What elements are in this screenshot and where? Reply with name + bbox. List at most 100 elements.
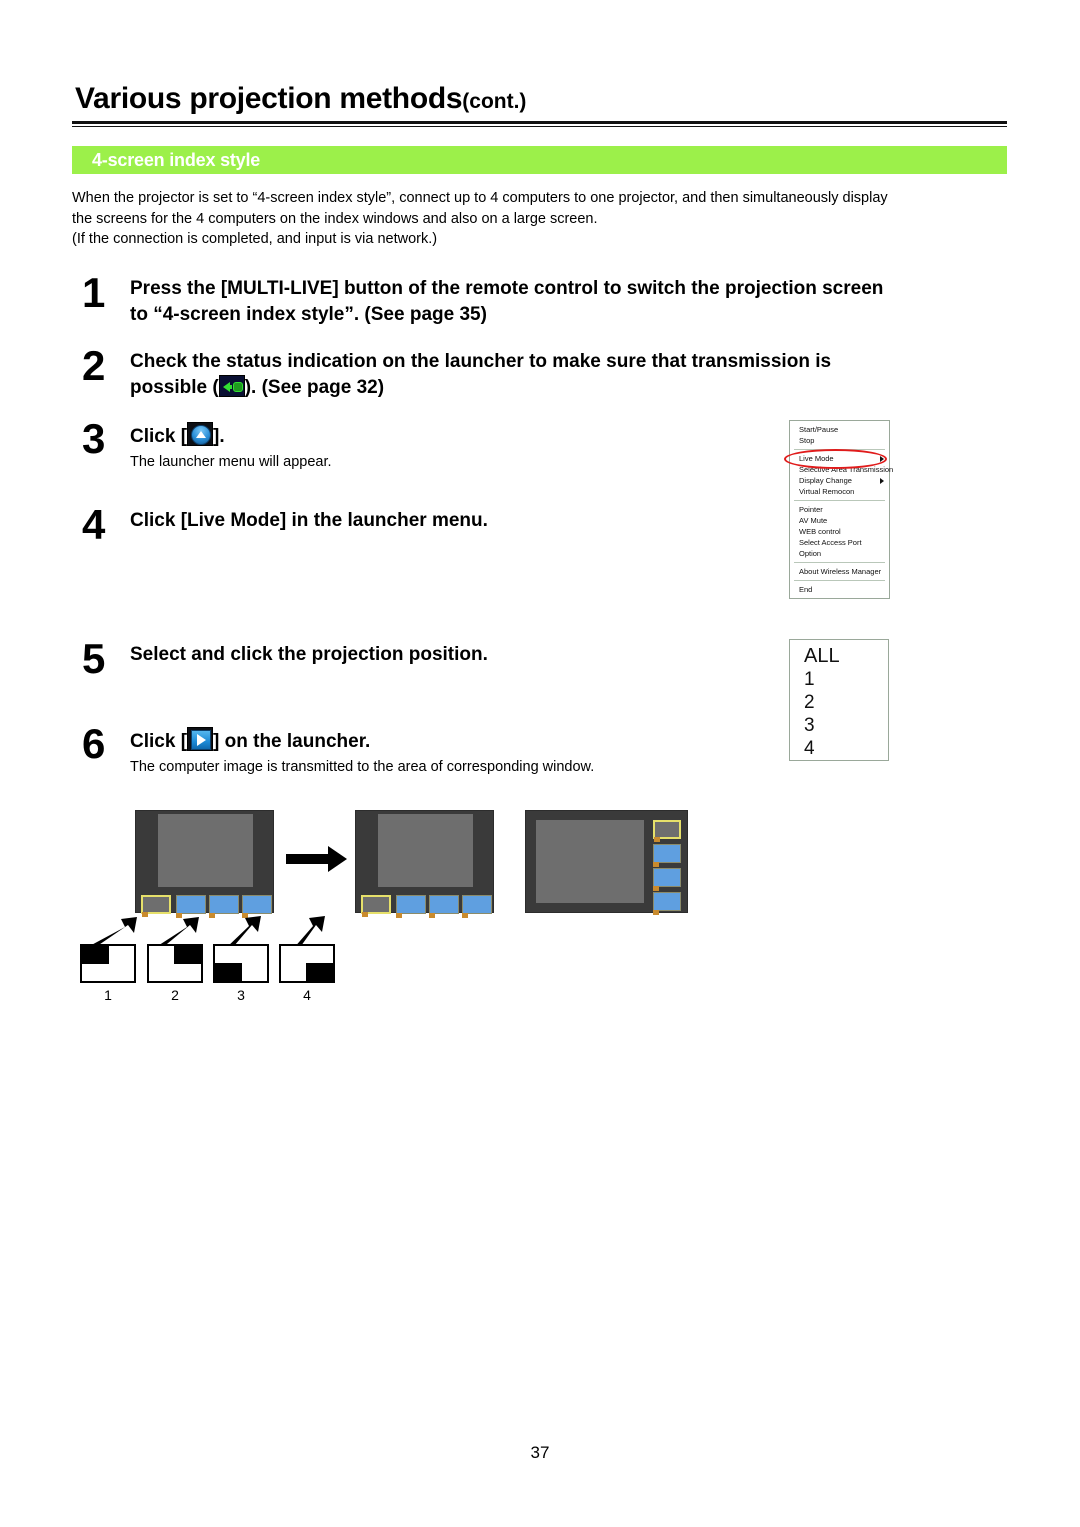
status-pill-glyph: [232, 382, 243, 392]
position-option-all[interactable]: ALL: [790, 640, 888, 668]
screen-after-thumb-3: [429, 895, 459, 918]
thumb-tab-icon: [362, 912, 368, 917]
section-bar-label: 4-screen index style: [92, 150, 261, 170]
thumb-tab-icon: [653, 910, 659, 915]
quadrant-block: [215, 963, 242, 981]
step-2-heading-suffix: ). (See page 32): [244, 377, 385, 398]
menu-separator-2: [794, 500, 885, 501]
screen-before-thumb-2: [176, 895, 206, 918]
intro-paragraph: When the projector is set to “4-screen i…: [72, 188, 1010, 250]
menu-item-select-access-port[interactable]: Select Access Port: [790, 537, 889, 548]
screen-before-thumb-4: [242, 895, 272, 918]
chevron-right-icon: [880, 478, 884, 484]
position-indicator-3: [213, 944, 269, 983]
play-triangle-glyph: [197, 734, 207, 746]
position-indicator-1: [80, 944, 136, 983]
thumb-tab-icon: [653, 886, 659, 891]
screen-after-main-canvas: [378, 814, 473, 887]
thumb-tab-icon: [429, 913, 435, 918]
step-4-number: 4: [82, 501, 106, 548]
launcher-menu-panel: Start/Pause Stop Live Mode Selective Are…: [789, 420, 893, 599]
screen-after-thumb-2: [396, 895, 426, 918]
position-option-3[interactable]: 3: [790, 714, 888, 737]
step-3-subtext: The launcher menu will appear.: [130, 454, 332, 470]
screen-after-thumb-4: [462, 895, 492, 918]
menu-item-end[interactable]: End: [790, 584, 889, 595]
quadrant-block: [174, 946, 201, 964]
intro-line-3: (If the connection is completed, and inp…: [72, 231, 438, 247]
menu-item-stop[interactable]: Stop: [790, 435, 889, 446]
menu-item-selective-area-transmission[interactable]: Selective Area Transmission: [790, 464, 893, 475]
step-3-body: Click []. The launcher menu will appear.: [130, 422, 332, 472]
step-5-body: Select and click the projection position…: [130, 642, 488, 668]
menu-item-option[interactable]: Option: [790, 548, 889, 559]
step-2-heading-line-2: possible ( ). (See page 32): [130, 375, 831, 401]
step-4-body: Click [Live Mode] in the launcher menu.: [130, 508, 488, 534]
step-1-heading-line-2: to “4-screen index style”. (See page 35): [130, 304, 487, 325]
projector-screen-after: [355, 810, 494, 918]
screen-before-thumb-1: [141, 895, 171, 917]
screen-side-main-canvas: [536, 820, 644, 903]
position-label-4: 4: [303, 987, 311, 1003]
menu-item-virtual-remocon[interactable]: Virtual Remocon: [790, 486, 889, 497]
menu-item-av-mute[interactable]: AV Mute: [790, 515, 889, 526]
step-3-heading: Click [].: [130, 422, 332, 450]
menu-separator-3: [794, 562, 885, 563]
position-option-2[interactable]: 2: [790, 691, 888, 714]
page-title: Various projection methods(cont.): [75, 82, 526, 116]
launcher-open-icon: [187, 422, 214, 446]
menu-separator-1: [794, 449, 885, 450]
menu-item-pointer[interactable]: Pointer: [790, 504, 889, 515]
thumb-tab-icon: [654, 837, 660, 842]
quadrant-block: [306, 963, 333, 981]
menu-item-display-change-label: Display Change: [799, 476, 852, 485]
step-4-heading: Click [Live Mode] in the launcher menu.: [130, 510, 488, 531]
step-2-number: 2: [82, 342, 106, 389]
step-5-number: 5: [82, 635, 106, 682]
projector-screen-side-index: [525, 810, 688, 915]
screen-side-thumb-1: [653, 820, 681, 842]
step-3-heading-suffix: ].: [213, 426, 225, 447]
position-indicator-2: [147, 944, 203, 983]
status-arrow-tail-glyph: [227, 385, 232, 389]
step-1-number: 1: [82, 269, 106, 316]
header-rule-thick: [72, 121, 1007, 124]
position-option-1[interactable]: 1: [790, 668, 888, 691]
page-title-cont: (cont.): [462, 90, 527, 113]
section-bar: 4-screen index style: [72, 146, 1007, 174]
position-option-4[interactable]: 4: [790, 737, 888, 760]
menu-item-live-mode-label: Live Mode: [799, 454, 834, 463]
step-6-heading: Click [ ] on the launcher.: [130, 727, 594, 755]
intro-line-2: the screens for the 4 computers on the i…: [72, 210, 598, 227]
play-transmit-icon: [187, 727, 214, 751]
header-rule-thin: [72, 126, 1007, 127]
step-5-heading: Select and click the projection position…: [130, 644, 488, 665]
menu-item-start-pause[interactable]: Start/Pause: [790, 424, 889, 435]
step-6-heading-suffix: ] on the launcher.: [213, 731, 371, 752]
step-2-heading-prefix: possible (: [130, 377, 219, 398]
step-1-body: Press the [MULTI-LIVE] button of the rem…: [130, 276, 883, 328]
menu-item-about-wireless-manager[interactable]: About Wireless Manager: [790, 566, 889, 577]
thumb-tab-icon: [653, 862, 659, 867]
screen-side-thumb-3: [653, 868, 681, 891]
position-label-3: 3: [237, 987, 245, 1003]
transition-arrow-icon: [286, 846, 347, 872]
step-2-heading-line-1: Check the status indication on the launc…: [130, 351, 832, 372]
step-6-heading-prefix: Click [: [130, 731, 188, 752]
intro-line-1: When the projector is set to “4-screen i…: [72, 190, 888, 206]
step-2-body: Check the status indication on the launc…: [130, 349, 831, 401]
menu-item-live-mode[interactable]: Live Mode: [790, 453, 889, 464]
chevron-right-icon: [880, 456, 884, 462]
menu-item-display-change[interactable]: Display Change: [790, 475, 889, 486]
step-1-heading-line-1: Press the [MULTI-LIVE] button of the rem…: [130, 278, 884, 299]
menu-separator-4: [794, 580, 885, 581]
menu-item-web-control[interactable]: WEB control: [790, 526, 889, 537]
screen-before-thumb-3: [209, 895, 239, 918]
step-3-number: 3: [82, 415, 106, 462]
projector-screen-before: [135, 810, 274, 918]
thumb-tab-icon: [462, 913, 468, 918]
manual-page: Various projection methods(cont.) 4-scre…: [0, 0, 1080, 1527]
screen-side-thumb-2: [653, 844, 681, 867]
thumb-tab-icon: [396, 913, 402, 918]
page-title-main: Various projection methods: [75, 82, 463, 115]
